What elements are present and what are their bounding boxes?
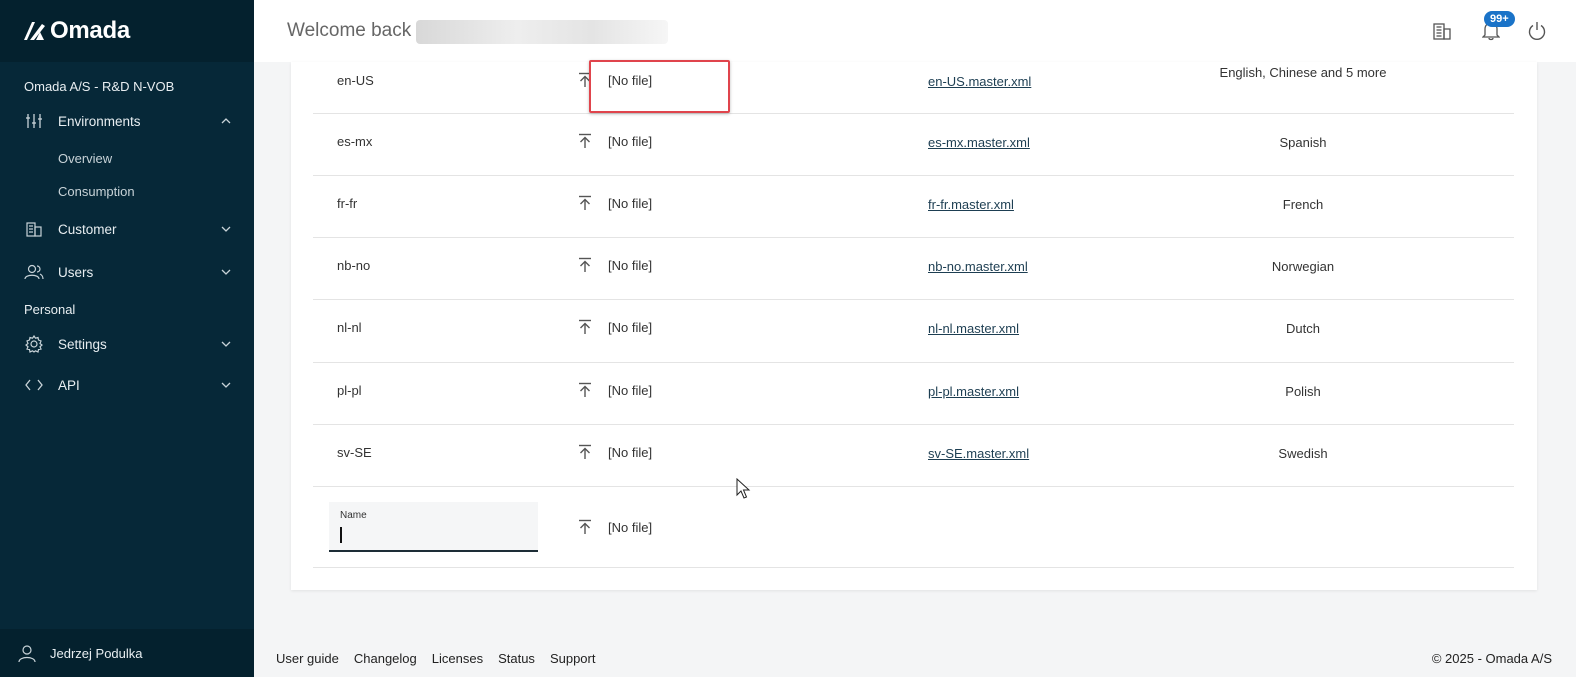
code-icon [24,375,44,395]
languages: English, Chinese and 5 more [1219,65,1387,80]
language-code: nb-no [337,258,371,273]
chevron-down-icon [220,379,232,391]
sidebar: Omada Omada A/S - R&D N-VOB Environments… [0,0,254,677]
name-field[interactable]: Name [329,502,538,552]
nav-settings-label: Settings [58,336,107,352]
nav-consumption[interactable]: Consumption [58,184,135,199]
users-icon [24,262,44,282]
mouse-cursor [736,477,752,505]
language-code: fr-fr [337,196,358,211]
file-name: [No file] [608,73,653,88]
nav-settings[interactable]: Settings [0,326,254,362]
sliders-icon [24,111,44,131]
footer-link-status[interactable]: Status [498,651,535,666]
logout-button[interactable] [1526,20,1548,42]
building-icon [24,219,44,239]
file-name: [No file] [608,383,653,398]
copyright: © 2025 - Omada A/S [1431,651,1552,666]
section-personal: Personal [24,302,76,317]
languages: Swedish [1278,446,1328,461]
table-row: sv-SE [No file] sv-SE.master.xml Swedish [313,425,1514,487]
upload-icon[interactable] [577,133,593,149]
nav-users-label: Users [58,264,94,280]
table-row: nb-no [No file] nb-no.master.xml Norwegian [313,238,1514,300]
master-file-link[interactable]: en-US.master.xml [928,74,1031,89]
languages: French [1282,197,1324,212]
power-icon [1528,22,1546,40]
name-field-label: Name [340,510,367,521]
master-file-link[interactable]: nb-no.master.xml [928,259,1028,274]
table-row: fr-fr [No file] fr-fr.master.xml French [313,176,1514,238]
building-icon [1433,23,1451,40]
upload-icon[interactable] [577,382,593,398]
nav-api-label: API [58,377,80,393]
nav-users[interactable]: Users [0,254,254,290]
language-code: es-mx [337,134,373,149]
footer-link-support[interactable]: Support [550,651,596,666]
chevron-down-icon [220,266,232,278]
redacted-name [416,20,668,44]
table-row: nl-nl [No file] nl-nl.master.xml Dutch [313,300,1514,363]
nav-environments-label: Environments [58,113,141,129]
master-file-link[interactable]: es-mx.master.xml [928,135,1030,150]
footer: User guide Changelog Licenses Status Sup… [254,638,1576,677]
chevron-up-icon [220,115,232,127]
translations-card: en-US [No file] en-US.master.xml English, C… [291,60,1537,590]
nav-customer[interactable]: Customer [0,211,254,247]
user-icon [18,645,36,668]
nav-customer-label: Customer [58,221,117,237]
upload-icon[interactable] [577,319,593,335]
footer-link-licenses[interactable]: Licenses [432,651,483,666]
footer-link-changelog[interactable]: Changelog [354,651,417,666]
file-name: [No file] [608,320,653,335]
table-row: es-mx [No file] es-mx.master.xml Spanish [313,114,1514,176]
master-file-link[interactable]: fr-fr.master.xml [928,197,1014,212]
language-code: en-US [337,73,374,88]
upload-icon[interactable] [577,195,593,211]
footer-link-user-guide[interactable]: User guide [276,651,339,666]
user-name: Jedrzej Podulka [50,645,143,661]
top-header: Welcome back . 99+ [254,0,1576,62]
upload-icon[interactable] [577,72,593,88]
omada-logo-icon [24,22,45,40]
upload-icon[interactable] [577,257,593,273]
chevron-down-icon [220,338,232,350]
table-row: en-US [No file] en-US.master.xml English, C… [313,60,1514,114]
languages: Polish [1285,384,1321,399]
brand-logo[interactable]: Omada [22,17,130,45]
language-code: sv-SE [337,445,372,460]
languages: Spanish [1279,135,1327,150]
gear-icon [24,334,44,354]
languages: Norwegian [1271,259,1335,274]
notification-badge: 99+ [1484,11,1515,27]
upload-icon[interactable] [577,444,593,460]
nav-environments[interactable]: Environments [0,103,254,139]
user-bar[interactable]: Jedrzej Podulka [0,629,254,677]
file-name: [No file] [608,134,653,149]
file-name: [No file] [608,258,653,273]
language-code: pl-pl [337,383,362,398]
languages: Dutch [1286,321,1320,336]
file-name: [No file] [608,445,653,460]
organization-button[interactable] [1431,20,1453,42]
brand-name: Omada [50,17,130,44]
file-name: [No file] [608,520,653,535]
table-row: pl-pl [No file] pl-pl.master.xml Polish [313,363,1514,425]
text-caret [340,527,342,543]
footer-links: User guide Changelog Licenses Status Sup… [276,651,595,666]
upload-icon[interactable] [577,519,593,535]
org-name: Omada A/S - R&D N-VOB [24,79,175,94]
name-input[interactable] [339,524,529,544]
chevron-down-icon [220,223,232,235]
welcome-message: Welcome back . [287,20,422,41]
language-code: nl-nl [337,320,362,335]
master-file-link[interactable]: nl-nl.master.xml [928,321,1019,336]
master-file-link[interactable]: sv-SE.master.xml [928,446,1029,461]
brand-bar: Omada [0,0,254,62]
nav-api[interactable]: API [0,367,254,403]
master-file-link[interactable]: pl-pl.master.xml [928,384,1019,399]
file-name: [No file] [608,196,653,211]
nav-overview[interactable]: Overview [58,151,112,166]
new-row: Name [No file] [313,487,1514,568]
